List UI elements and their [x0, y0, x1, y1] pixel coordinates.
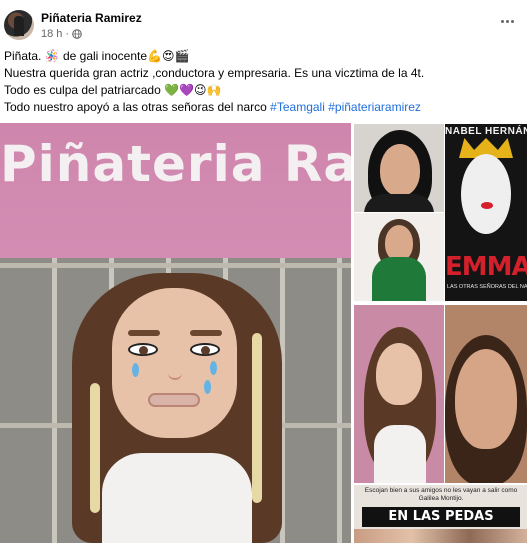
main-photo[interactable]: Piñateria Ra: [0, 123, 351, 543]
meme-photo-strip: [354, 529, 527, 543]
post-line: Todo es culpa del patriarcado 💚💜😉🙌: [4, 83, 222, 97]
poster-subtitle: LAS OTRAS SEÑORAS DEL NARCO: [447, 284, 527, 290]
pinata-figure: [62, 263, 292, 543]
page-name[interactable]: Piñateria Ramirez: [41, 11, 142, 25]
post-line: Nuestra querida gran actriz ,conductora …: [4, 66, 425, 80]
globe-icon: [72, 29, 82, 39]
post-header: Piñateria Ramirez 18 h ·: [0, 0, 527, 44]
thumbnail-portrait-2[interactable]: [354, 213, 444, 301]
meta-separator: ·: [65, 28, 70, 40]
post-line: Todo nuestro apoyó a las otras señoras d…: [4, 100, 267, 114]
tear-drop: [132, 363, 139, 377]
poster-title: EMMA: [445, 252, 527, 282]
thumbnail-pinata-closeup[interactable]: [354, 305, 444, 483]
tear-drop: [210, 361, 217, 375]
poster-face: [461, 154, 511, 234]
thumbnail-crying-woman[interactable]: [445, 305, 527, 483]
post-body: Piñata. 🪅 de gali inocente💪😍🎬 Nuestra qu…: [4, 48, 519, 116]
more-options-button[interactable]: [497, 14, 517, 28]
post-timestamp[interactable]: 18 h: [41, 28, 62, 40]
hashtag-link[interactable]: #Teamgali: [270, 100, 325, 114]
meme-banner: EN LAS PEDAS: [362, 507, 520, 527]
post-meta: 18 h ·: [41, 28, 82, 40]
thumbnail-portrait-1[interactable]: [354, 124, 444, 212]
thumbnail-book-poster[interactable]: NABEL HERNÁNDEZ EMMA LAS OTRAS SEÑORAS D…: [445, 124, 527, 301]
tear-drop: [204, 380, 211, 394]
facebook-post: Piñateria Ramirez 18 h · Piñata. 🪅 de ga…: [0, 0, 527, 543]
photo-grid: Piñateria Ra NABEL HERNÁ EMMA LAS OTRAS …: [0, 123, 527, 543]
poster-author: NABEL HERNÁNDEZ: [445, 126, 527, 137]
post-line-with-hashtags: Todo nuestro apoyó a las otras señoras d…: [4, 99, 519, 116]
post-line: Piñata. 🪅 de gali inocente💪😍🎬: [4, 49, 190, 63]
meme-caption: Escojan bien a sus amigos no les vayan a…: [364, 487, 518, 502]
more-dots-icon: [500, 19, 504, 23]
pinata-shirt: [102, 453, 252, 543]
shop-sign-text: Piñateria Ra: [0, 135, 351, 193]
pinata-face: [112, 288, 237, 438]
thumbnail-meme[interactable]: Escojan bien a sus amigos no les vayan a…: [354, 485, 527, 543]
hashtag-link[interactable]: #piñateriaramirez: [328, 100, 421, 114]
page-avatar[interactable]: [4, 10, 34, 40]
